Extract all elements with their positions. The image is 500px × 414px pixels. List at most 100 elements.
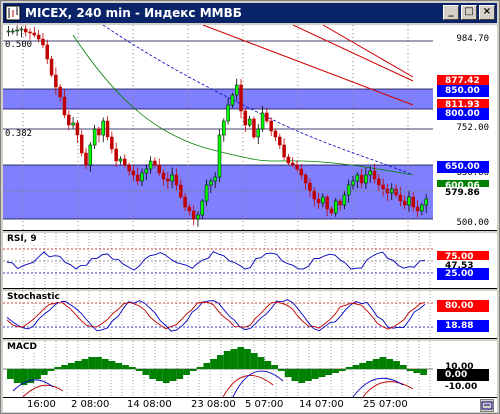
candle-body: [321, 196, 325, 204]
macd-histogram-bar: [352, 365, 360, 369]
candle-body: [123, 158, 127, 166]
candle-body: [234, 84, 239, 96]
candle-body: [243, 110, 248, 126]
macd-histogram-bar: [345, 367, 353, 369]
candle-body: [75, 122, 80, 136]
macd-histogram-bar: [244, 349, 251, 369]
indicator-level-tag: 18.88: [437, 320, 489, 332]
candle-body: [23, 28, 28, 33]
candle-body: [200, 200, 205, 216]
macd-histogram-bar: [88, 357, 96, 369]
macd-histogram-bar: [115, 363, 123, 369]
macd-histogram-bar: [169, 369, 177, 381]
candle-body: [308, 182, 312, 192]
macd-histogram-bar: [223, 351, 231, 369]
macd-histogram-bar: [189, 369, 197, 371]
candle-body: [71, 122, 75, 126]
macd-histogram-bar: [332, 369, 339, 373]
candle-body: [316, 198, 321, 204]
candle-body: [62, 96, 67, 116]
candle-body: [28, 31, 32, 34]
macd-histogram-bar: [359, 363, 367, 369]
macd-histogram-bar: [325, 369, 333, 375]
time-label: 16:00: [27, 399, 56, 410]
indicator-level-tag: 0.00: [437, 369, 489, 381]
candle-body: [273, 130, 278, 138]
macd-histogram-bar: [372, 359, 380, 369]
candle-body: [88, 144, 93, 166]
macd-histogram-bar: [40, 369, 48, 375]
indicator-level-tag: -10.00: [437, 381, 489, 393]
candle-body: [303, 174, 308, 184]
macd-histogram-bar: [108, 361, 116, 369]
macd-histogram-bar: [366, 361, 373, 369]
candle-body: [32, 32, 37, 36]
stochastic-k-line: [6, 299, 426, 332]
scroll-right-button[interactable]: [480, 399, 494, 412]
price-axis-label: 500.00: [456, 218, 489, 228]
macd-histogram-bar: [311, 369, 319, 379]
macd-histogram-bar: [230, 349, 238, 369]
candle-body: [148, 160, 153, 170]
minimize-button[interactable]: _: [443, 5, 459, 20]
time-label: 23 08:00: [191, 399, 236, 410]
candle-body: [187, 206, 192, 212]
candle-body: [19, 28, 24, 31]
candle-body: [230, 94, 235, 106]
time-label: 14 07:00: [299, 399, 344, 410]
candle-body: [222, 120, 226, 136]
candle-body: [36, 34, 41, 40]
candle-body: [166, 178, 170, 182]
title-bar[interactable]: MICEX, 240 min - Индекс ММВБ _ □ ×: [3, 3, 497, 23]
macd-histogram-bar: [183, 369, 190, 375]
candle-body: [372, 170, 377, 180]
candle-body: [209, 180, 213, 186]
macd-histogram-bar: [318, 369, 326, 377]
trend-line: [322, 25, 414, 78]
candle-body: [170, 174, 174, 182]
candle-body: [368, 170, 372, 176]
window-title: MICEX, 240 min - Индекс ММВБ: [25, 6, 242, 20]
candle-body: [269, 120, 273, 132]
price-chart-pane[interactable]: 0.500 0.382 984.70 752.00 500.00 630.86 …: [3, 25, 497, 231]
stochastic-d-line: [6, 300, 426, 330]
rsi-pane[interactable]: RSI, 9 75.00 47.53 25.00: [3, 233, 497, 289]
candle-body: [325, 196, 329, 210]
chart-app-icon: [5, 5, 21, 21]
candle-body: [49, 58, 54, 76]
candle-body: [157, 164, 161, 174]
rsi-label: RSI, 9: [6, 234, 38, 244]
macd-histogram-bar: [67, 363, 75, 369]
candle-body: [364, 174, 368, 184]
macd-line: [12, 370, 404, 397]
macd-histogram-bar: [13, 369, 21, 383]
stochastic-pane[interactable]: Stochastic 80.00 18.88: [3, 291, 497, 339]
candle-body: [204, 184, 209, 202]
macd-histogram-bar: [291, 369, 299, 381]
fib-level-050: 0.500: [5, 40, 33, 50]
macd-histogram-bar: [386, 359, 394, 369]
macd-histogram-bar: [298, 369, 306, 383]
candle-body: [239, 84, 243, 112]
candle-body: [398, 194, 403, 202]
indicator-level-tag: 25.00: [437, 268, 489, 280]
macd-histogram-bar: [34, 369, 41, 379]
indicator-level-tag: 80.00: [437, 300, 489, 312]
macd-histogram-bar: [196, 367, 204, 369]
macd-pane[interactable]: MACD 10.00 0.00 -10.00: [3, 341, 497, 397]
macd-histogram-bar: [406, 369, 414, 371]
macd-histogram-bar: [237, 347, 245, 369]
price-chart-canvas: [3, 25, 433, 231]
macd-histogram-bar: [128, 367, 136, 369]
candle-body: [407, 196, 411, 206]
macd-label: MACD: [6, 342, 38, 352]
candle-body: [118, 158, 123, 162]
maximize-button[interactable]: □: [461, 5, 477, 20]
macd-histogram-bar: [284, 369, 292, 377]
candle-body: [351, 180, 355, 186]
stochastic-label: Stochastic: [6, 292, 61, 302]
time-label: 14 08:00: [127, 399, 172, 410]
candle-body: [97, 128, 101, 136]
close-button[interactable]: ×: [479, 5, 495, 20]
macd-histogram-bar: [399, 365, 407, 369]
